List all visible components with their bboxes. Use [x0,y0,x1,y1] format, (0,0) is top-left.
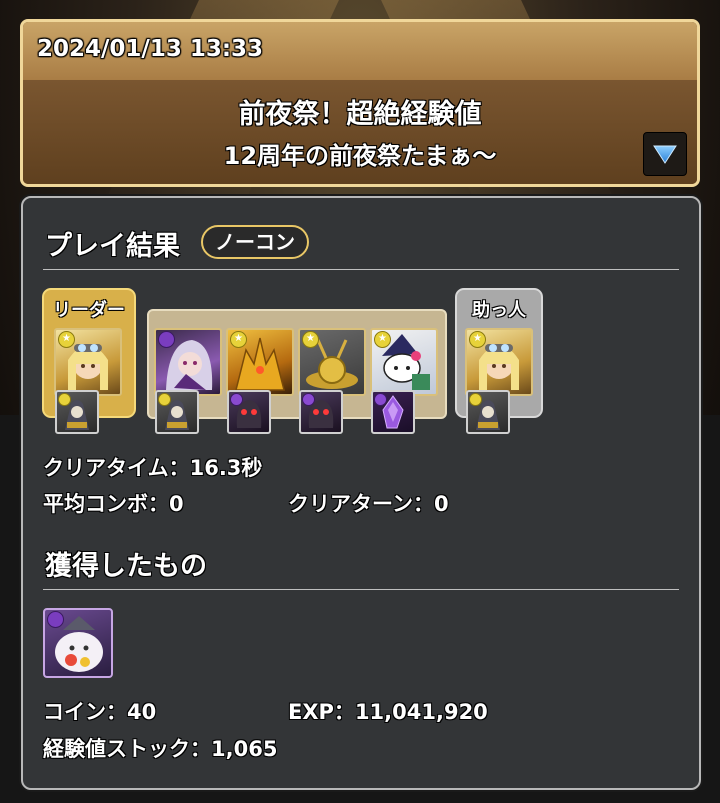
title-area: 前夜祭！超絶経験値 12周年の前夜祭たまぁ〜 [23,80,697,184]
light-attribute-icon [58,393,71,406]
clear-turn-value: 0 [433,492,449,516]
dark-attribute-icon [47,611,64,628]
exp-stock: 経験値ストック：1,065 [43,733,277,763]
reward-monster [45,610,111,676]
avg-combo-value: 0 [169,492,184,516]
leader-assist[interactable] [55,390,99,434]
dungeon-header: 2024/01/13 13:33 前夜祭！超絶経験値 12周年の前夜祭たまぁ〜 [20,19,700,187]
sub-assist-2[interactable] [227,390,271,434]
light-attribute-icon [158,393,171,406]
rewards-title: 獲得したもの [45,551,207,582]
divider [43,269,679,270]
clear-time-label: クリアタイム： [43,456,190,480]
dark-attribute-icon [158,331,175,348]
coin-reward: コイン：40 [43,696,156,726]
average-combo: 平均コンボ：0 [43,488,184,518]
sub-assist-3[interactable] [299,390,343,434]
coin-label: コイン： [43,700,127,724]
leader-monster[interactable]: ★ [54,328,122,396]
datetime-text: 2024/01/13 13:33 [37,36,264,62]
dungeon-title: 前夜祭！超絶経験値 [238,99,482,130]
helper-monster[interactable]: ★ [465,328,533,396]
light-attribute-icon: ★ [230,331,247,348]
clear-time: クリアタイム：16.3秒 [43,452,262,482]
no-continue-badge: ノーコン [201,225,309,259]
light-attribute-icon [469,393,482,406]
helper-assist[interactable] [466,390,510,434]
expand-button[interactable] [643,132,687,176]
sub-monster-4[interactable]: ★ [370,328,438,396]
sub-monster-3[interactable]: ★ [298,328,366,396]
exp-label: EXP： [288,700,355,724]
exp-reward: EXP：11,041,920 [288,696,488,726]
floor-title: 12周年の前夜祭たまぁ〜 [223,142,497,170]
datetime-bar: 2024/01/13 13:33 [23,22,697,80]
dark-attribute-icon [302,393,315,406]
clear-time-value: 16.3秒 [189,456,263,480]
leader-label: リーダー [53,300,125,321]
dark-attribute-icon [230,393,243,406]
clear-turn: クリアターン：0 [288,488,449,518]
avg-combo-label: 平均コンボ： [43,492,169,516]
light-attribute-icon: ★ [302,331,319,348]
dark-attribute-icon [374,393,387,406]
light-attribute-icon: ★ [469,331,486,348]
results-panel: プレイ結果 ノーコン リーダー ★ ★ ★ ★ 助っ人 ★ クリアタイム：16.… [21,196,701,790]
divider [43,589,679,590]
sub-monster-2[interactable]: ★ [226,328,294,396]
reward-item[interactable] [43,608,113,678]
coin-value: 40 [127,700,157,724]
sub-monster-1[interactable] [154,328,222,396]
play-result-title: プレイ結果 [45,231,180,262]
exp-value: 11,041,920 [354,700,488,724]
light-attribute-icon: ★ [374,331,391,348]
exp-stock-value: 1,065 [211,737,278,761]
sub-assist-1[interactable] [155,390,199,434]
sub-assist-4[interactable] [371,390,415,434]
clear-turn-label: クリアターン： [288,492,434,516]
light-attribute-icon: ★ [58,331,75,348]
triangle-down-icon [653,145,677,164]
helper-label: 助っ人 [472,300,526,321]
exp-stock-label: 経験値ストック： [43,737,211,761]
